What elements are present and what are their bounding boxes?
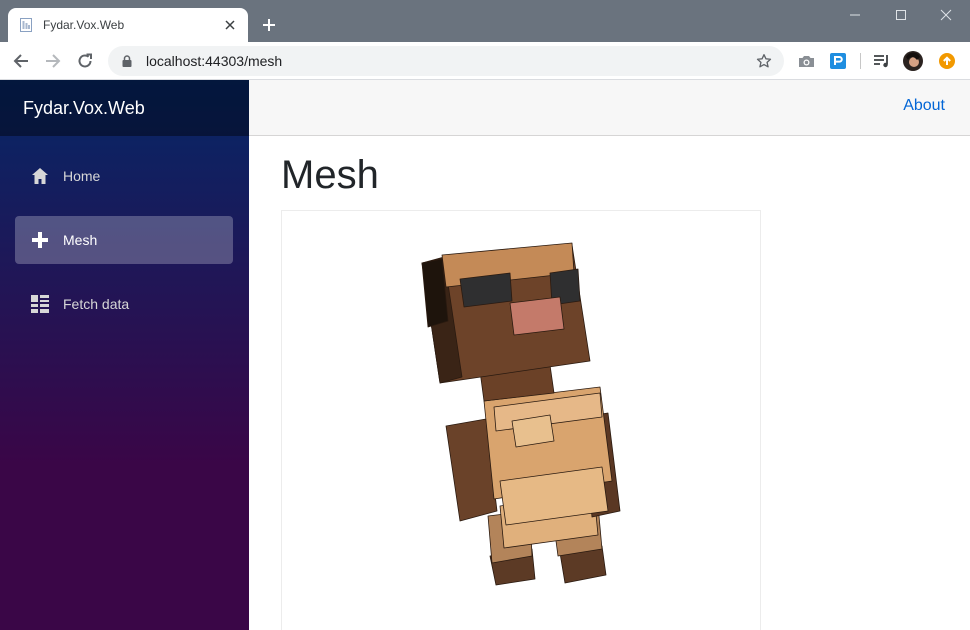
close-tab-icon[interactable] [222,17,238,33]
profile-avatar[interactable] [901,49,925,73]
back-arrow-icon[interactable] [9,49,33,73]
extension-p-icon[interactable] [826,49,850,73]
nav-item-label: Mesh [63,232,98,248]
url-text[interactable]: localhost:44303/mesh [146,53,754,69]
app-sidebar: Fydar.Vox.Web Home Mesh Fetch data [0,80,249,630]
nav-item-label: Fetch data [63,296,130,312]
minimize-window-icon[interactable] [832,4,878,26]
toolbar-separator [860,53,861,69]
nav-menu: Home Mesh Fetch data [0,136,249,328]
address-bar[interactable]: localhost:44303/mesh [108,46,784,76]
update-arrow-icon[interactable] [935,49,959,73]
camera-icon[interactable] [794,49,818,73]
browser-toolbar: localhost:44303/mesh [0,42,970,80]
nav-item-label: Home [63,168,101,184]
new-tab-icon[interactable] [258,14,280,36]
voxel-chest-light [511,414,555,448]
maximize-window-icon[interactable] [878,4,924,26]
lock-icon[interactable] [120,54,134,68]
tab-title: Fydar.Vox.Web [43,18,125,32]
nav-item-mesh[interactable]: Mesh [15,216,233,264]
bookmark-star-icon[interactable] [754,51,774,71]
browser-tab[interactable]: Fydar.Vox.Web [8,8,248,42]
plus-icon [30,230,50,250]
page-title: Mesh [281,153,379,197]
voxel-left-eye [459,272,513,308]
brand-link[interactable]: Fydar.Vox.Web [23,98,145,119]
voxel-nose-mouth [509,296,565,336]
forward-arrow-icon[interactable] [41,49,65,73]
nav-item-fetch-data[interactable]: Fetch data [15,280,233,328]
voxel-character-render [421,242,621,586]
reload-icon[interactable] [73,49,97,73]
sidebar-brand-bar: Fydar.Vox.Web [0,80,249,136]
page-favicon-icon [20,18,32,32]
nav-item-home[interactable]: Home [15,152,233,200]
media-playlist-icon[interactable] [870,49,894,73]
list-icon [30,294,50,314]
top-row: About [249,80,970,136]
close-window-icon[interactable] [923,4,969,26]
about-link[interactable]: About [903,97,945,115]
browser-tab-strip: Fydar.Vox.Web [0,0,970,42]
mesh-viewport[interactable] [281,210,761,630]
home-icon [30,166,50,186]
